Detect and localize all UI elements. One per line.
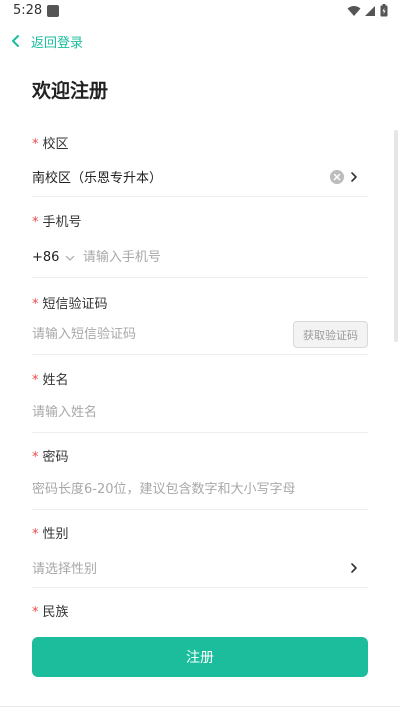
required-mark: * [32, 605, 39, 618]
name-row [32, 393, 368, 433]
campus-value: 南校区（乐恩专升本） [32, 171, 163, 186]
sms-code-field: *短信验证码 获取验证码 [32, 296, 368, 355]
required-mark: * [32, 215, 39, 230]
status-bar: 5:28 [0, 0, 400, 24]
required-mark: * [32, 527, 39, 542]
status-icons [347, 4, 388, 17]
page-title: 欢迎注册 [32, 80, 109, 102]
chevron-right-icon [351, 563, 357, 573]
chevron-right-icon [351, 172, 357, 182]
password-row [32, 470, 368, 510]
ethnicity-field: * 民族 [32, 604, 368, 618]
back-to-login-link[interactable]: 返回登录 [10, 30, 83, 52]
gender-field: * 性别 请选择性别 [32, 526, 368, 588]
phone-row: +86 [32, 238, 368, 278]
chevron-down-icon [66, 255, 75, 261]
required-mark: * [32, 137, 39, 152]
gender-label: * 性别 [32, 527, 69, 542]
name-field: * 姓名 [32, 372, 368, 433]
campus-field: * 校区 南校区（乐恩专升本） [32, 136, 368, 197]
phone-input[interactable] [82, 250, 368, 265]
required-mark: * [32, 373, 39, 388]
gender-select[interactable]: 请选择性别 [32, 548, 368, 588]
back-chevron-icon [12, 35, 19, 47]
get-code-button[interactable]: 获取验证码 [293, 321, 368, 348]
country-code-select[interactable]: +86 [32, 250, 83, 265]
clear-icon[interactable] [330, 170, 344, 184]
name-input[interactable] [32, 405, 368, 420]
password-field: * 密码 [32, 449, 368, 510]
campus-label: * 校区 [32, 137, 69, 152]
password-input[interactable] [32, 482, 368, 497]
required-mark: * [32, 297, 39, 312]
sms-code-label: * 短信验证码 [32, 297, 108, 312]
phone-field: * 手机号 +86 [32, 214, 368, 278]
battery-icon [380, 4, 388, 17]
signal-icon [365, 5, 375, 16]
phone-label: * 手机号 [32, 215, 82, 230]
notification-app-icon [47, 5, 59, 17]
register-button[interactable]: 注册 [32, 637, 368, 677]
required-mark: * [32, 450, 39, 465]
wifi-icon [347, 5, 361, 16]
divider [0, 706, 400, 707]
name-label: * 姓名 [32, 373, 69, 388]
password-label: * 密码 [32, 450, 69, 465]
sms-code-input[interactable] [32, 327, 272, 342]
gender-placeholder: 请选择性别 [32, 562, 98, 577]
sms-code-row: 获取验证码 [32, 315, 368, 355]
country-code-value: +86 [32, 250, 60, 265]
register-form[interactable]: *校区 南校区（乐恩专升本） *手机号 +86 *短信验证码 [0, 118, 400, 618]
ethnicity-label: * 民族 [32, 605, 69, 618]
scrollbar[interactable] [394, 130, 398, 342]
campus-select[interactable]: 南校区（乐恩专升本） [32, 157, 368, 197]
status-time: 5:28 [13, 3, 43, 18]
back-label: 返回登录 [31, 35, 84, 51]
